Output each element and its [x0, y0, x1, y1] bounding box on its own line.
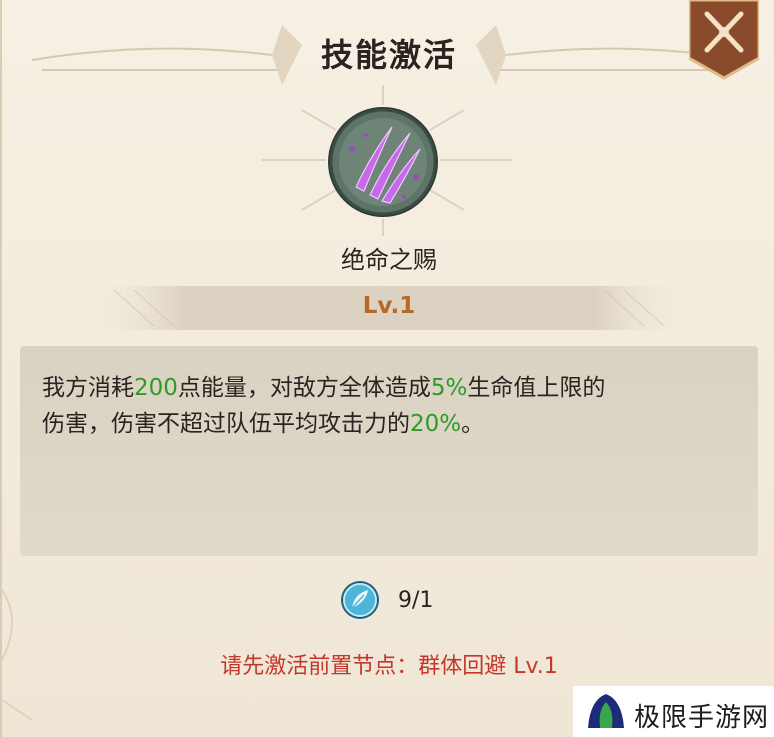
description-line-1: 我方消耗200点能量，对敌方全体造成5%生命值上限的 — [42, 370, 732, 406]
desc-segment: 我方消耗 — [42, 375, 134, 401]
skill-level: Lv.1 — [362, 293, 416, 319]
watermark-text: 极限手游网 — [634, 703, 770, 733]
skill-name: 绝命之赐 — [341, 246, 437, 274]
dialog-title: 技能激活 — [320, 36, 457, 74]
desc-segment: 点能量，对敌方全体造成 — [177, 375, 431, 401]
desc-highlight-percent: 5% — [430, 375, 468, 401]
desc-segment: 伤害，伤害不超过队伍平均攻击力的 — [42, 411, 410, 437]
desc-highlight-energy: 200 — [134, 375, 178, 401]
close-crossed-swords-icon — [687, 0, 761, 80]
watermark-logo-icon — [588, 694, 624, 728]
purple-claw-slash-icon — [328, 107, 438, 217]
desc-segment: 生命值上限的 — [467, 375, 606, 401]
desc-segment: 。 — [461, 411, 485, 437]
skill-activation-dialog: 技能激活 绝命之赐 Lv.1 我方消耗200点能量，对敌方全体造成5%生命值上限… — [0, 0, 774, 737]
description-line-2: 伤害，伤害不超过队伍平均攻击力的20%。 — [42, 406, 732, 442]
close-button[interactable] — [687, 0, 761, 80]
cost-count: 9/1 — [398, 588, 434, 613]
skill-description: 我方消耗200点能量，对敌方全体造成5%生命值上限的 伤害，伤害不超过队伍平均攻… — [42, 370, 732, 442]
feather-gem-icon — [341, 581, 379, 619]
prerequisite-warning: 请先激活前置节点：群体回避 Lv.1 — [220, 654, 558, 679]
desc-highlight-cap: 20% — [410, 411, 462, 437]
